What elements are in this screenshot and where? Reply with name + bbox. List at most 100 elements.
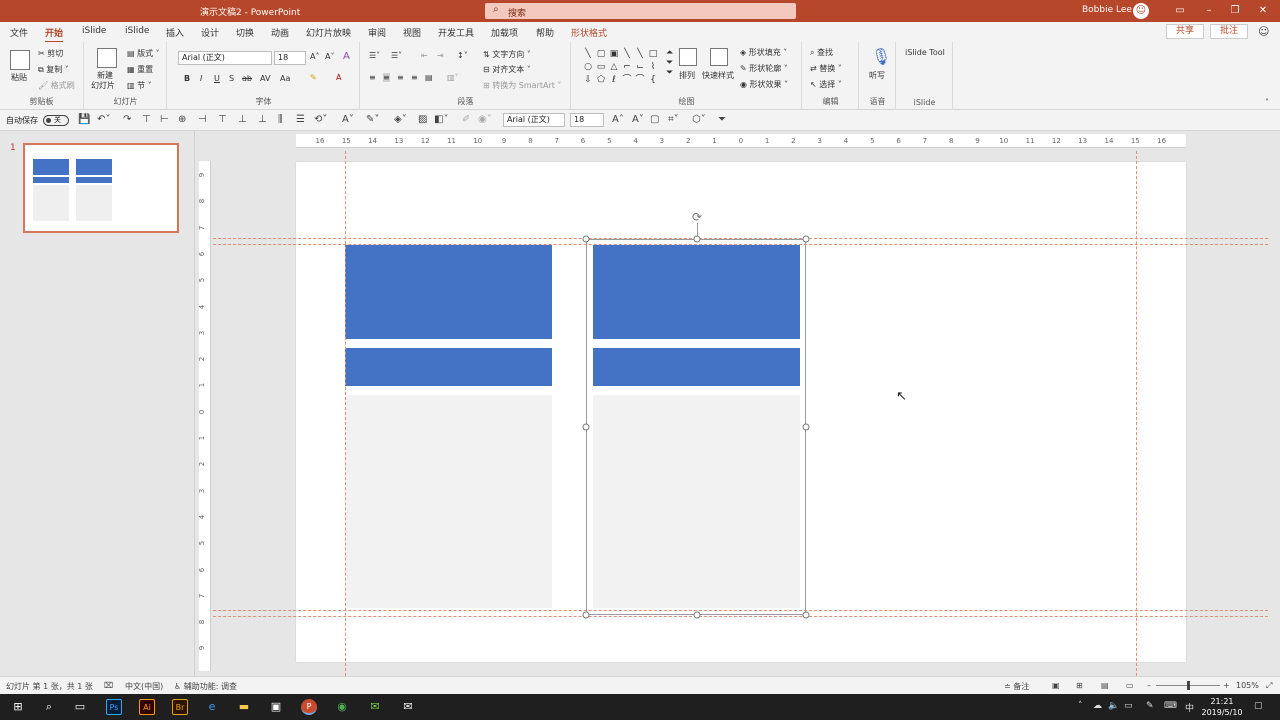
windows-start-icon[interactable]: ⊞	[10, 699, 26, 715]
guide-horizontal-4[interactable]	[213, 616, 1268, 617]
islide-tool-button[interactable]: iSlide Tool	[905, 48, 945, 57]
connector-shape-icon[interactable]: ⌐	[621, 61, 633, 73]
effects-tool-icon[interactable]: ◉˅	[478, 114, 492, 125]
shrink-font-button[interactable]: A˅	[325, 52, 334, 61]
zoom-level[interactable]: 105%	[1236, 681, 1259, 690]
comments-button[interactable]: 批注	[1210, 24, 1248, 39]
slide-sorter-icon[interactable]: ⊞	[1076, 681, 1083, 690]
tab-review[interactable]: 审阅	[368, 26, 386, 39]
zoom-slider-thumb[interactable]	[1187, 681, 1190, 690]
resize-handle-r[interactable]	[802, 423, 810, 431]
resize-handle-bl[interactable]	[582, 611, 590, 619]
tab-shape-format[interactable]: 形状格式	[571, 26, 607, 39]
font-color-icon[interactable]: A	[336, 73, 341, 82]
bridge-icon[interactable]: Br	[172, 699, 188, 715]
tab-islide-2[interactable]: iSlide	[125, 26, 149, 36]
collapse-ribbon-icon[interactable]: ˄	[1265, 98, 1269, 107]
columns-icon[interactable]: ▥˅	[447, 73, 459, 82]
underline-button[interactable]: U	[214, 74, 220, 83]
shapes-gallery-scroll-icon[interactable]: ⏶ ⏷ ⏷	[666, 48, 673, 78]
align-right-tool-icon[interactable]: ⊣	[198, 114, 207, 125]
rect2-shape-icon[interactable]: ▭	[595, 61, 607, 73]
guide-vertical-1[interactable]	[345, 151, 346, 676]
mail-icon[interactable]: ✉	[400, 699, 416, 715]
tab-slideshow[interactable]: 幻灯片放映	[306, 26, 351, 39]
tab-insert[interactable]: 插入	[166, 26, 184, 39]
cut-button[interactable]: ✂ 剪切	[38, 48, 63, 59]
arrange-icon[interactable]	[679, 48, 697, 66]
align-bottom-tool-icon[interactable]: ⊥	[258, 114, 267, 125]
font-color-tool-icon[interactable]: A˅	[342, 114, 354, 125]
shape-fill-button[interactable]: ◈ 形状填充 ˅	[740, 47, 787, 58]
align-center-icon[interactable]: ≡	[383, 73, 390, 82]
user-name[interactable]: Bobbie Lee	[1082, 5, 1132, 15]
font-name-combo[interactable]: Arial (正文)	[178, 51, 272, 65]
new-slide-label-2[interactable]: 幻灯片	[91, 80, 115, 91]
search-box[interactable]: ⌕ 搜索	[485, 3, 796, 19]
shapes-gallery[interactable]: ╲ ▢ ▣ ╲ ╲ □ ○ ▭ △ ⌐ ⌙ ⌇ ⇩ ⬠ ℓ ⌒ ⌒{	[582, 48, 666, 88]
tab-transitions[interactable]: 切换	[236, 26, 254, 39]
font-size-combo[interactable]: 18	[274, 51, 306, 65]
tray-expand-icon[interactable]: ˄	[1078, 701, 1083, 711]
slide-thumbnail-1[interactable]	[23, 143, 179, 233]
arrow-shape-icon[interactable]: ⇩	[582, 74, 594, 86]
picture-tool-icon[interactable]: ▨	[418, 114, 427, 125]
shape-effects-button[interactable]: ◉ 形状效果 ˅	[740, 79, 788, 90]
brace-shape-icon[interactable]: {	[647, 74, 659, 86]
shape-tool-icon[interactable]: ◧˅	[434, 114, 448, 125]
align-text-button[interactable]: ⊟ 对齐文本 ˅	[483, 64, 531, 75]
format-painter-tool-icon[interactable]: ✐	[462, 114, 470, 125]
tab-developer[interactable]: 开发工具	[438, 26, 474, 39]
increase-indent-icon[interactable]: ⇥	[437, 51, 444, 60]
tab-view[interactable]: 视图	[403, 26, 421, 39]
ime-indicator[interactable]: 中	[1185, 701, 1194, 714]
tab-file[interactable]: 文件	[10, 26, 28, 39]
resize-handle-l[interactable]	[582, 423, 590, 431]
slideshow-view-icon[interactable]: ▭	[1126, 681, 1134, 690]
resize-handle-tr[interactable]	[802, 235, 810, 243]
distributed-icon[interactable]: ▤	[425, 73, 433, 82]
numbering-icon[interactable]: ☰˅	[391, 51, 402, 60]
tab-design[interactable]: 设计	[201, 26, 219, 39]
change-case-button[interactable]: Aa	[280, 74, 290, 83]
textbox-shape-icon[interactable]: ▢	[595, 48, 607, 60]
highlight-icon[interactable]: ✎	[310, 73, 317, 82]
tab-islide[interactable]: iSlide	[82, 26, 106, 36]
curly-shape-icon[interactable]: ⌇	[647, 61, 659, 73]
freeform-shape-icon[interactable]: ℓ	[608, 74, 620, 86]
photoshop-icon[interactable]: Ps	[106, 699, 122, 715]
resize-handle-tl[interactable]	[582, 235, 590, 243]
normal-view-icon[interactable]: ▣	[1052, 681, 1060, 690]
reading-view-icon[interactable]: ▤	[1101, 681, 1109, 690]
distribute-v-icon[interactable]: ☰	[296, 114, 305, 125]
align-top-icon[interactable]: ⊤	[142, 114, 151, 125]
replace-button[interactable]: ⇄ 替换 ˅	[810, 63, 842, 74]
blue-rect-left-middle[interactable]	[345, 348, 552, 386]
qat-font-name-combo[interactable]: Arial (正文)	[503, 113, 565, 127]
minimize-icon[interactable]: –	[1199, 3, 1219, 19]
tray-keyboard-icon[interactable]: ⌨	[1164, 701, 1177, 711]
copy-button[interactable]: ⧉ 复制 ˅	[38, 64, 69, 75]
outline-tool-icon[interactable]: ✎˅	[366, 114, 379, 125]
quick-styles-button[interactable]: 快速样式	[702, 70, 734, 81]
shape-outline-button[interactable]: ✎ 形状轮廓 ˅	[740, 63, 788, 74]
fill-tool-icon[interactable]: ◈˅	[394, 114, 407, 125]
line-shape-icon[interactable]: ╲	[582, 48, 594, 60]
find-button[interactable]: ⌕ 查找	[810, 47, 833, 58]
line-spacing-icon[interactable]: ↕˅	[457, 51, 468, 60]
blue-rect-left-top[interactable]	[345, 245, 552, 339]
tab-addins[interactable]: 加载项	[491, 26, 518, 39]
tab-animations[interactable]: 动画	[271, 26, 289, 39]
grow-font-button[interactable]: A˄	[310, 52, 319, 61]
justify-icon[interactable]: ≡	[411, 73, 418, 82]
share-button[interactable]: 共享	[1166, 24, 1204, 39]
line2-shape-icon[interactable]: ╲	[621, 48, 633, 60]
vtext-shape-icon[interactable]: ▣	[608, 48, 620, 60]
resize-handle-br[interactable]	[802, 611, 810, 619]
zoom-out-icon[interactable]: –	[1147, 681, 1151, 690]
close-icon[interactable]: ✕	[1253, 3, 1273, 19]
rotate-tool-icon[interactable]: ⟲˅	[314, 114, 327, 125]
feedback-smile-icon[interactable]: ☺	[1258, 25, 1269, 38]
oval-shape-icon[interactable]: ○	[582, 61, 594, 73]
store-icon[interactable]: ▣	[268, 699, 284, 715]
